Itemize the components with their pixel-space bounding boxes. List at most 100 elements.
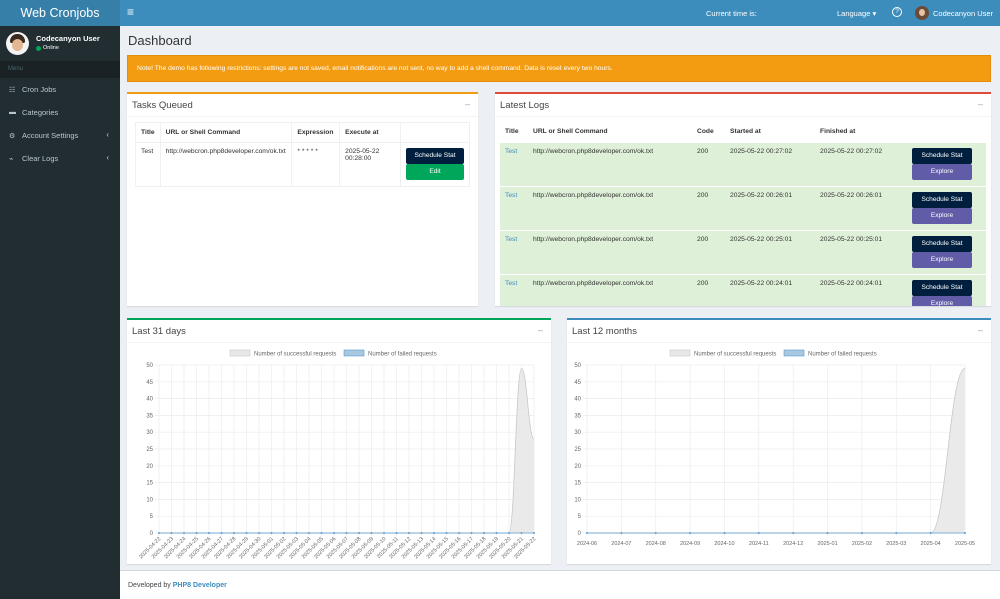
collapse-icon[interactable]: – [538, 325, 543, 335]
log-url: http://webcron.php8developer.com/ok.txt [528, 185, 692, 230]
page-title: Dashboard [128, 33, 192, 48]
data-point-failed [158, 532, 160, 534]
menu-toggle-icon[interactable]: ≡ [127, 5, 134, 19]
table-row: Test http://webcron.php8developer.com/ok… [500, 229, 986, 274]
y-tick-label: 25 [574, 447, 581, 453]
explore-button[interactable]: Explore [912, 207, 972, 224]
data-point-failed [345, 532, 348, 534]
explore-button[interactable]: Explore [912, 163, 972, 180]
last-31-days-box: Last 31 days – Number of successful requ… [127, 318, 551, 564]
list-icon: ☷ [9, 86, 16, 94]
task-execute-at: 2025-05-22 00:28:00 [339, 142, 401, 187]
avatar [6, 32, 29, 55]
latest-logs-box: Latest Logs – Title URL or Shell Command… [495, 92, 991, 306]
sidebar-menu-header: Menu [0, 61, 120, 78]
collapse-icon[interactable]: – [978, 99, 983, 109]
data-point-failed [170, 532, 173, 534]
data-point-failed [433, 532, 435, 534]
data-point-failed [420, 532, 423, 534]
data-point-failed [220, 532, 223, 534]
schedule-stat-button[interactable]: Schedule Stat [912, 235, 972, 252]
data-point-failed [654, 532, 657, 534]
explore-button[interactable]: Explore [912, 295, 972, 306]
log-code: 200 [692, 185, 725, 230]
legend-label-successful: Number of successful requests [694, 352, 776, 358]
data-point-failed [233, 532, 235, 534]
avatar [915, 6, 929, 20]
sidebar-item-cron-jobs[interactable]: ☷ Cron Jobs [0, 78, 120, 101]
sidebar-user-name: Codecanyon User [36, 34, 100, 43]
y-tick-label: 20 [574, 464, 581, 470]
collapse-icon[interactable]: – [465, 99, 470, 109]
column-header [400, 122, 470, 143]
schedule-stat-button[interactable]: Schedule Stat [912, 147, 972, 164]
table-row: Test http://webcron.php8developer.com/ok… [135, 142, 470, 187]
task-expression: * * * * * [291, 142, 341, 187]
log-finished-at: 2025-05-22 00:27:02 [815, 141, 907, 186]
footer: Developed by PHP8 Developer [120, 570, 1000, 599]
schedule-stat-button[interactable]: Schedule Stat [406, 148, 464, 164]
sidebar-item-label: Clear Logs [22, 154, 59, 163]
legend-label-failed: Number of failed requests [808, 352, 877, 358]
y-tick-label: 50 [574, 363, 581, 369]
series-area-successful [587, 368, 965, 533]
task-url: http://webcron.php8developer.com/ok.txt [159, 142, 293, 187]
online-dot-icon [36, 45, 41, 51]
sidebar-user-panel: Codecanyon User Online [0, 26, 120, 61]
x-tick-label: 2024-12 [783, 541, 803, 547]
data-point-failed [270, 532, 273, 534]
data-point-failed [383, 532, 385, 534]
app-logo[interactable]: Web Cronjobs [0, 0, 120, 26]
y-tick-label: 0 [578, 531, 582, 537]
legend-swatch-failed [343, 349, 365, 357]
sidebar-item-label: Categories [22, 108, 59, 117]
schedule-stat-button[interactable]: Schedule Stat [912, 279, 972, 296]
y-tick-label: 30 [574, 430, 581, 436]
box-title: Last 31 days [132, 326, 186, 337]
y-tick-label: 10 [146, 497, 153, 503]
last-31-days-chart: Number of successful requests Number of f… [138, 349, 537, 560]
sidebar-item-account-settings[interactable]: ⚙ Account Settings ‹ [0, 124, 120, 147]
log-finished-at: 2025-05-22 00:25:01 [815, 229, 907, 274]
x-tick-label: 2024-08 [646, 541, 666, 547]
gears-icon: ⚙ [9, 132, 16, 140]
legend-swatch-successful [669, 349, 691, 357]
current-time-label: Current time is: [706, 9, 757, 18]
data-point-failed [358, 532, 360, 534]
y-tick-label: 25 [146, 447, 153, 453]
help-icon[interactable]: ? [892, 7, 902, 17]
edit-button[interactable]: Edit [406, 164, 464, 180]
explore-button[interactable]: Explore [912, 251, 972, 268]
language-dropdown[interactable]: Language ▾ [837, 9, 876, 18]
y-tick-label: 35 [146, 413, 153, 419]
data-point-failed [295, 532, 298, 534]
sidebar-item-categories[interactable]: ▬ Categories [0, 101, 120, 124]
log-title-link[interactable]: Test [505, 192, 517, 199]
log-title-link[interactable]: Test [505, 236, 517, 243]
column-header: URL or Shell Command [159, 122, 293, 143]
x-tick-label: 2025-03 [886, 541, 906, 547]
data-point-failed [929, 532, 932, 534]
log-title-link[interactable]: Test [505, 280, 517, 287]
x-tick-label: 2024-11 [749, 541, 769, 547]
column-header: Execute at [339, 122, 401, 143]
log-started-at: 2025-05-22 00:24:01 [725, 273, 815, 306]
data-point-failed [370, 532, 373, 534]
box-title: Tasks Queued [132, 100, 193, 111]
data-point-failed [458, 532, 460, 534]
sidebar-item-clear-logs[interactable]: ⌁ Clear Logs ‹ [0, 147, 120, 170]
column-header [907, 122, 986, 142]
sidebar: Codecanyon User Online Menu ☷ Cron Jobs … [0, 26, 120, 599]
collapse-icon[interactable]: – [978, 325, 983, 335]
schedule-stat-button[interactable]: Schedule Stat [912, 191, 972, 208]
footer-brand-link[interactable]: PHP8 Developer [173, 582, 227, 589]
column-header: Expression [291, 122, 341, 143]
top-navbar: ≡ Current time is: Language ▾ ? Codecany… [120, 0, 1000, 26]
data-point-failed [520, 532, 523, 534]
user-menu[interactable]: Codecanyon User [915, 6, 993, 20]
x-tick-label: 2025-04 [921, 541, 941, 547]
data-point-failed [470, 532, 473, 534]
log-title-link[interactable]: Test [505, 148, 517, 155]
y-tick-label: 35 [574, 413, 581, 419]
legend-swatch-successful [229, 349, 251, 357]
